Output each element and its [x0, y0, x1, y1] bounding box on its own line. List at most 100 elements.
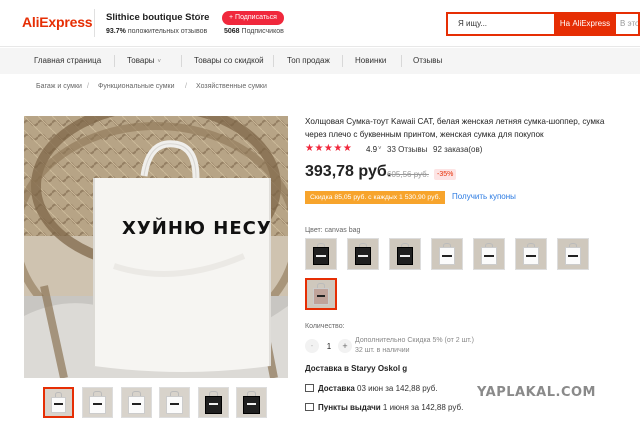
- positive-text: положительных отзывов: [127, 28, 208, 35]
- bag-thumb-shape: [354, 247, 372, 266]
- quantity-label: Количество:: [305, 323, 345, 330]
- bag-thumb-shape: [564, 247, 582, 266]
- pickup-point-icon: [305, 403, 314, 411]
- breadcrumb-separator: /: [87, 83, 89, 90]
- subscribers-text: Подписчиков: [241, 28, 284, 35]
- reviews-link[interactable]: 33 Отзывы: [387, 145, 427, 154]
- delivery-label: Доставка: [318, 384, 355, 393]
- bag-thumb-shape: [166, 396, 183, 414]
- bag-print-mark: [484, 254, 494, 257]
- color-swatch[interactable]: [431, 238, 463, 270]
- nav-top-sales[interactable]: Топ продаж: [287, 48, 330, 74]
- bag-thumb-shape: [50, 396, 67, 413]
- chevron-down-icon[interactable]: ˅: [197, 13, 201, 20]
- search-input[interactable]: Я ищу...: [446, 12, 556, 36]
- breadcrumb-separator: /: [185, 83, 187, 90]
- bag-thumb-shape: [128, 396, 145, 414]
- coupon-banner: Скидка 85,05 руб. с каждых 1 530,90 руб.: [305, 191, 445, 204]
- bulk-discount-note: Дополнительно Скидка 5% (от 2 шт.): [355, 337, 474, 344]
- quantity-input[interactable]: 1: [323, 342, 335, 351]
- orders-count: 92 заказа(ов): [433, 145, 483, 154]
- bag-print-mark: [526, 254, 536, 257]
- bag-thumb-shape: [522, 247, 540, 266]
- positive-percent: 93.7%: [106, 28, 126, 35]
- quantity-increase-button[interactable]: +: [338, 339, 352, 353]
- bag-thumb-shape: [438, 247, 456, 266]
- quantity-decrease-button[interactable]: -: [305, 339, 319, 353]
- nav-products[interactable]: Товары ˅: [127, 48, 161, 74]
- discount-badge: -35%: [434, 169, 457, 180]
- color-swatch[interactable]: [389, 238, 421, 270]
- get-coupons-link[interactable]: Получить купоны: [452, 192, 516, 201]
- bag-thumb-shape: [312, 247, 330, 266]
- color-swatch[interactable]: [305, 238, 337, 270]
- nav-discounted[interactable]: Товары со скидкой: [194, 48, 264, 74]
- delivery-row: Доставка 03 июн за 142,88 руб.: [305, 384, 438, 393]
- bag-print-text: ХУЙНЮ НЕСУ: [122, 218, 272, 239]
- truck-icon: [305, 384, 314, 392]
- top-header: AliExpress Slithice boutique Store ˅ 93.…: [0, 0, 640, 47]
- pickup-row: Пункты выдачи 1 июня за 142,88 руб.: [305, 403, 463, 412]
- main-product-image[interactable]: ХУЙНЮ НЕСУ: [24, 116, 288, 378]
- bag-print-mark: [246, 403, 257, 406]
- nav-divider: [273, 55, 274, 67]
- bag-print-mark: [131, 403, 142, 406]
- rating-value[interactable]: 4.9: [366, 145, 377, 154]
- gallery-thumbnail[interactable]: [43, 387, 74, 418]
- breadcrumb-item[interactable]: Хозяйственные сумки: [196, 83, 267, 90]
- aliexpress-logo[interactable]: AliExpress: [22, 14, 93, 30]
- ship-to-location[interactable]: Доставка в Staryy Oskol g: [305, 364, 407, 373]
- bag-thumb-shape: [243, 396, 260, 414]
- rating-stars: ★★★★★: [305, 143, 353, 154]
- gallery-thumbnail[interactable]: [82, 387, 113, 418]
- header-divider: [94, 9, 95, 37]
- old-price: 605,56 руб.: [387, 170, 429, 179]
- subscribe-button[interactable]: + Подписаться: [222, 11, 284, 25]
- bag-print-mark: [316, 254, 326, 257]
- bag-print-mark: [358, 254, 368, 257]
- gallery-thumbnail[interactable]: [121, 387, 152, 418]
- color-swatch-selected[interactable]: [305, 278, 337, 310]
- store-rating: 93.7% положительных отзывов: [106, 28, 207, 35]
- subscribers-count: 5068: [224, 28, 240, 35]
- nav-products-label: Товары: [127, 56, 155, 65]
- store-nav: Главная страница Товары ˅ Товары со скидк…: [0, 48, 640, 74]
- chevron-down-icon[interactable]: ˅: [378, 146, 382, 152]
- gallery-thumbnail[interactable]: [236, 387, 267, 418]
- delivery-text: 03 июн за 142,88 руб.: [357, 384, 438, 393]
- color-label: Цвет: canvas bag: [305, 227, 361, 234]
- nav-reviews[interactable]: Отзывы: [413, 48, 442, 74]
- subscribers: 5068 Подписчиков: [224, 28, 284, 35]
- product-photo: [24, 116, 288, 378]
- bag-print-mark: [568, 254, 578, 257]
- current-price: 393,78 руб.: [305, 163, 392, 180]
- nav-new[interactable]: Новинки: [355, 48, 386, 74]
- color-swatch[interactable]: [557, 238, 589, 270]
- breadcrumb-item[interactable]: Багаж и сумки: [36, 83, 82, 90]
- color-swatch[interactable]: [347, 238, 379, 270]
- bag-print-mark: [92, 403, 103, 406]
- bag-thumb-shape: [313, 287, 329, 305]
- bag-print-mark: [208, 403, 219, 406]
- color-swatch[interactable]: [515, 238, 547, 270]
- nav-divider: [401, 55, 402, 67]
- bag-print-mark: [442, 254, 452, 257]
- product-title: Холщовая Сумка-тоут Kawaii CAT, белая же…: [305, 117, 605, 139]
- stock-count: 32 шт. в наличии: [355, 347, 410, 354]
- pickup-label: Пункты выдачи: [318, 403, 381, 412]
- gallery-thumbnail[interactable]: [159, 387, 190, 418]
- bag-thumb-shape: [480, 247, 498, 266]
- gallery-thumbnail[interactable]: [198, 387, 229, 418]
- breadcrumb-item[interactable]: Функциональные сумки: [98, 83, 175, 90]
- nav-home[interactable]: Главная страница: [34, 48, 101, 74]
- pickup-text: 1 июня за 142,88 руб.: [382, 403, 464, 412]
- color-swatch[interactable]: [473, 238, 505, 270]
- search-store-button[interactable]: В это: [616, 12, 640, 36]
- store-name[interactable]: Slithice boutique Store: [106, 12, 209, 23]
- bag-print-mark: [54, 403, 63, 406]
- bag-thumb-shape: [396, 247, 414, 266]
- bag-print-mark: [400, 254, 410, 257]
- bag-thumb-shape: [89, 396, 106, 414]
- search-aliexpress-button[interactable]: На AliExpress: [554, 12, 616, 36]
- bag-print-mark: [169, 403, 180, 406]
